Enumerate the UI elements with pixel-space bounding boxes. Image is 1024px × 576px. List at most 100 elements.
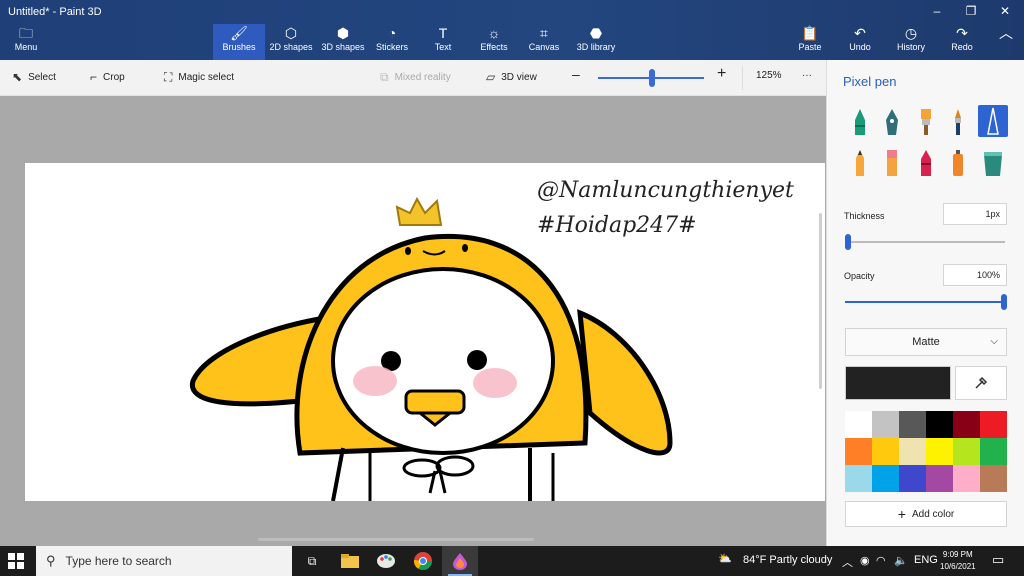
paint-3d-button[interactable] (442, 546, 478, 576)
opacity-slider-thumb[interactable] (1001, 294, 1007, 310)
color-swatch-1[interactable] (845, 411, 872, 438)
2d-shapes-tab[interactable]: ⬡ 2D shapes (265, 24, 317, 60)
marker-icon (855, 109, 865, 135)
file-explorer-button[interactable] (332, 546, 368, 576)
color-swatch-11[interactable] (953, 438, 980, 465)
blush-right (473, 368, 517, 398)
add-color-button[interactable]: + Add color (845, 501, 1007, 527)
spray-can-brush[interactable] (946, 148, 970, 178)
undo-icon: ↶ (854, 25, 866, 41)
crop-icon: ⌐ (90, 70, 98, 84)
color-swatch-7[interactable] (845, 438, 872, 465)
color-swatch-14[interactable] (872, 465, 899, 492)
canvas-tab[interactable]: ⌗ Canvas (518, 24, 570, 60)
horizontal-scrollbar[interactable] (258, 538, 534, 541)
weather-text[interactable]: 84°F Partly cloudy (743, 554, 832, 566)
brushes-tab[interactable]: 🖌 Brushes (213, 24, 265, 60)
notifications-icon[interactable]: ▭ (992, 552, 1004, 568)
thickness-slider-thumb[interactable] (845, 234, 851, 250)
network-icon[interactable]: ◉ (860, 554, 870, 567)
task-view-button[interactable]: ⧉ (294, 546, 330, 576)
collapse-ribbon-button[interactable]: ︿ (988, 24, 1024, 60)
duck-drawing: @Namluncungthienyet #Hoidap247# (189, 178, 794, 501)
eraser-brush[interactable] (880, 148, 904, 178)
redo-button[interactable]: ↷ Redo (936, 24, 988, 60)
eraser-icon (887, 150, 897, 176)
eye-right (467, 350, 487, 370)
crayon-brush[interactable] (914, 148, 938, 178)
language-indicator[interactable]: ENG (914, 554, 938, 566)
history-button[interactable]: ◷ History (885, 24, 937, 60)
clipboard-icon: 📋 (801, 25, 819, 41)
3d-library-tab[interactable]: ⬣ 3D library (570, 24, 622, 60)
mixed-reality-icon: ⧉ (380, 70, 389, 84)
chevron-down-icon: ⌵ (990, 336, 998, 347)
menu-button[interactable]: 🗀 Menu (0, 24, 52, 60)
chevron-up-icon[interactable]: ︿ (842, 554, 853, 570)
drawing-canvas[interactable]: @Namluncungthienyet #Hoidap247# (25, 163, 825, 501)
taskbar-search-box[interactable]: ⚲ Type here to search (36, 546, 292, 576)
3d-shapes-tab[interactable]: ⬢ 3D shapes (317, 24, 369, 60)
minimize-button[interactable]: – (922, 4, 952, 18)
zoom-slider-thumb[interactable] (649, 69, 655, 87)
windows-taskbar: ⚲ Type here to search ⧉ ⛅ 84°F Partly cl… (0, 546, 1024, 576)
system-clock[interactable]: 9:09 PM 10/6/2021 (940, 549, 976, 573)
watercolor-brush[interactable] (946, 107, 970, 137)
color-swatch-12[interactable] (980, 438, 1007, 465)
pixel-pen-brush[interactable] (978, 105, 1008, 137)
finish-dropdown[interactable]: Matte ⌵ (845, 328, 1007, 356)
color-swatch-10[interactable] (926, 438, 953, 465)
current-color-swatch[interactable] (845, 366, 951, 400)
marker-brush[interactable] (848, 107, 872, 137)
color-swatch-6[interactable] (980, 411, 1007, 438)
oil-brush[interactable] (914, 107, 938, 137)
color-swatch-16[interactable] (926, 465, 953, 492)
color-swatch-9[interactable] (899, 438, 926, 465)
thickness-slider-track[interactable] (845, 241, 1005, 243)
paint-app-button[interactable] (368, 546, 404, 576)
windows-start-icon[interactable] (8, 553, 24, 569)
speaker-icon[interactable]: 🔈 (894, 554, 908, 567)
color-swatch-18[interactable] (980, 465, 1007, 492)
thickness-input[interactable]: 1px (943, 203, 1007, 225)
effects-tab[interactable]: ☼ Effects (468, 24, 520, 60)
calligraphy-pen-icon (886, 109, 898, 135)
chrome-button[interactable] (405, 546, 441, 576)
more-options-button[interactable]: ··· (802, 70, 812, 81)
paste-button[interactable]: 📋 Paste (784, 24, 836, 60)
crop-button[interactable]: ⌐ Crop (90, 70, 125, 84)
zoom-out-button[interactable]: – (572, 66, 580, 82)
color-swatch-5[interactable] (953, 411, 980, 438)
color-swatch-2[interactable] (872, 411, 899, 438)
3d-view-button[interactable]: ▱ 3D view (486, 70, 537, 84)
fill-bucket-brush[interactable] (978, 148, 1008, 178)
task-view-icon: ⧉ (307, 553, 317, 568)
weather-icon[interactable]: ⛅ (718, 552, 732, 565)
text-tab[interactable]: T Text (417, 24, 469, 60)
maximize-button[interactable]: ❐ (956, 4, 986, 18)
blush-left (353, 366, 397, 396)
color-swatch-17[interactable] (953, 465, 980, 492)
wifi-icon[interactable]: ◠ (876, 554, 886, 567)
magic-select-button[interactable]: ⛶ Magic select (164, 70, 234, 85)
select-button[interactable]: ⬉ Select (12, 70, 56, 84)
pencil-brush[interactable] (848, 148, 872, 178)
color-swatch-3[interactable] (899, 411, 926, 438)
eyedropper-button[interactable] (955, 366, 1007, 400)
opacity-input[interactable]: 100% (943, 264, 1007, 286)
close-button[interactable]: ✕ (990, 4, 1020, 18)
undo-button[interactable]: ↶ Undo (834, 24, 886, 60)
2d-shapes-icon: ⬡ (284, 25, 298, 41)
stickers-tab[interactable]: ◔ Stickers (366, 24, 418, 60)
zoom-in-button[interactable]: + (717, 65, 726, 83)
title-and-ribbon-bar: Untitled* - Paint 3D – ❐ ✕ 🗀 Menu 🖌 Brus… (0, 0, 1024, 60)
color-swatch-8[interactable] (872, 438, 899, 465)
mixed-reality-button[interactable]: ⧉ Mixed reality (380, 70, 451, 85)
vertical-scrollbar[interactable] (819, 213, 822, 389)
calligraphy-pen-brush[interactable] (880, 107, 904, 137)
color-swatch-13[interactable] (845, 465, 872, 492)
fill-bucket-icon (984, 152, 1002, 176)
color-swatch-15[interactable] (899, 465, 926, 492)
color-swatch-4[interactable] (926, 411, 953, 438)
zoom-level[interactable]: 125% (756, 70, 782, 81)
